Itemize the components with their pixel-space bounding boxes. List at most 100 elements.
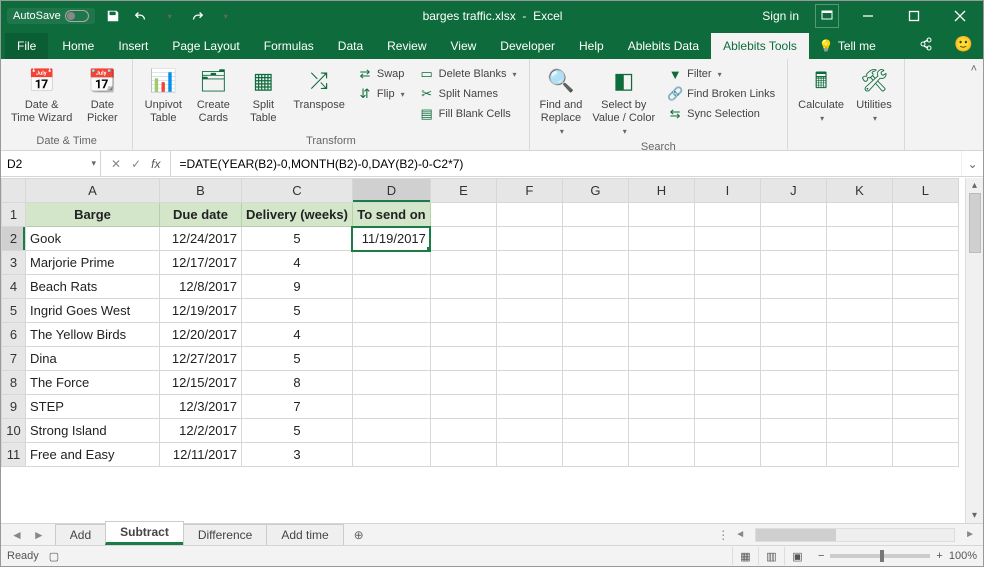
cell[interactable] xyxy=(826,371,892,395)
cell[interactable] xyxy=(694,251,760,275)
cell[interactable]: 12/8/2017 xyxy=(160,275,242,299)
date-time-wizard-button[interactable]: 📅 Date & Time Wizard xyxy=(9,63,74,127)
cell[interactable]: 12/27/2017 xyxy=(160,347,242,371)
row-header[interactable]: 4 xyxy=(2,275,26,299)
cell[interactable] xyxy=(760,395,826,419)
cell[interactable] xyxy=(628,419,694,443)
column-header[interactable]: K xyxy=(826,179,892,203)
zoom-slider[interactable] xyxy=(830,554,930,558)
tab-formulas[interactable]: Formulas xyxy=(252,33,326,59)
column-header[interactable]: B xyxy=(160,179,242,203)
sheet-tab-difference[interactable]: Difference xyxy=(183,524,267,545)
maximize-button[interactable] xyxy=(891,1,937,31)
cell[interactable] xyxy=(628,203,694,227)
cell[interactable]: 12/3/2017 xyxy=(160,395,242,419)
cell[interactable] xyxy=(562,347,628,371)
cell[interactable] xyxy=(694,371,760,395)
cell[interactable]: 11/19/2017 xyxy=(352,227,430,251)
cell[interactable]: 5 xyxy=(242,347,353,371)
cell[interactable] xyxy=(628,251,694,275)
cell[interactable] xyxy=(694,419,760,443)
cell[interactable] xyxy=(496,203,562,227)
cell[interactable] xyxy=(496,299,562,323)
cell[interactable] xyxy=(694,395,760,419)
zoom-in-icon[interactable]: + xyxy=(936,550,942,562)
cell[interactable] xyxy=(826,251,892,275)
header-cell[interactable]: Delivery (weeks) xyxy=(242,203,353,227)
view-normal-icon[interactable]: ▦ xyxy=(732,547,758,565)
cell[interactable] xyxy=(694,323,760,347)
cell[interactable] xyxy=(892,299,958,323)
column-header[interactable]: I xyxy=(694,179,760,203)
cell[interactable] xyxy=(562,371,628,395)
swap-button[interactable]: ⇄Swap xyxy=(353,65,409,83)
column-header[interactable]: A xyxy=(26,179,160,203)
cell[interactable]: Gook xyxy=(26,227,160,251)
cell[interactable] xyxy=(430,275,496,299)
tab-review[interactable]: Review xyxy=(375,33,438,59)
cell[interactable]: 12/19/2017 xyxy=(160,299,242,323)
row-header[interactable]: 7 xyxy=(2,347,26,371)
split-table-button[interactable]: ▦ Split Table xyxy=(241,63,285,127)
cell[interactable] xyxy=(694,275,760,299)
cell[interactable]: 12/15/2017 xyxy=(160,371,242,395)
cell[interactable] xyxy=(892,227,958,251)
save-icon[interactable] xyxy=(105,8,121,24)
cell[interactable] xyxy=(892,395,958,419)
qat-customize-dropdown[interactable] xyxy=(217,8,233,24)
ribbon-display-options-icon[interactable] xyxy=(815,4,839,28)
create-cards-button[interactable]: 🗂 Create Cards xyxy=(191,63,235,127)
cell[interactable] xyxy=(562,299,628,323)
cell[interactable] xyxy=(760,299,826,323)
cell[interactable] xyxy=(628,275,694,299)
undo-dropdown[interactable] xyxy=(161,8,177,24)
row-header[interactable]: 1 xyxy=(2,203,26,227)
worksheet-grid[interactable]: ABCDEFGHIJKL 1 Barge Due date Delivery (… xyxy=(1,178,965,523)
zoom-out-icon[interactable]: − xyxy=(818,550,824,562)
cell[interactable] xyxy=(694,299,760,323)
select-all-corner[interactable] xyxy=(2,179,26,203)
cell[interactable] xyxy=(352,443,430,467)
cell[interactable]: The Yellow Birds xyxy=(26,323,160,347)
cell[interactable]: STEP xyxy=(26,395,160,419)
cell[interactable] xyxy=(562,227,628,251)
cell[interactable] xyxy=(892,347,958,371)
row-header[interactable]: 3 xyxy=(2,251,26,275)
cell[interactable]: Beach Rats xyxy=(26,275,160,299)
cell[interactable] xyxy=(892,419,958,443)
cell[interactable] xyxy=(892,371,958,395)
cell[interactable] xyxy=(430,419,496,443)
cell[interactable] xyxy=(826,419,892,443)
date-picker-button[interactable]: 📆 Date Picker xyxy=(80,63,124,127)
scroll-up-icon[interactable]: ▴ xyxy=(972,180,977,191)
expand-formula-bar-icon[interactable]: ⌄ xyxy=(961,151,983,176)
cell[interactable] xyxy=(430,203,496,227)
cell[interactable] xyxy=(628,395,694,419)
cell[interactable]: Marjorie Prime xyxy=(26,251,160,275)
zoom-level[interactable]: 100% xyxy=(949,550,977,562)
cell[interactable]: 4 xyxy=(242,251,353,275)
header-cell[interactable]: Due date xyxy=(160,203,242,227)
cell[interactable]: 12/20/2017 xyxy=(160,323,242,347)
split-names-button[interactable]: ✂Split Names xyxy=(415,85,521,103)
transpose-button[interactable]: ⤮ Transpose xyxy=(291,63,347,127)
cell[interactable] xyxy=(760,251,826,275)
cell[interactable] xyxy=(496,275,562,299)
cell[interactable] xyxy=(760,443,826,467)
cell[interactable] xyxy=(826,275,892,299)
scroll-right-icon[interactable]: ► xyxy=(961,529,979,540)
cell[interactable] xyxy=(628,347,694,371)
cell[interactable] xyxy=(352,395,430,419)
cell[interactable] xyxy=(496,443,562,467)
calculate-button[interactable]: 🖩 Calculate xyxy=(796,63,846,126)
close-button[interactable] xyxy=(937,1,983,31)
cell[interactable]: 7 xyxy=(242,395,353,419)
column-header[interactable]: C xyxy=(242,179,353,203)
cell[interactable] xyxy=(628,299,694,323)
cell[interactable] xyxy=(562,323,628,347)
sheet-nav-next-icon[interactable]: ► xyxy=(33,528,45,542)
collapse-ribbon-icon[interactable]: ˄ xyxy=(971,63,977,75)
cell[interactable] xyxy=(562,251,628,275)
header-cell[interactable]: Barge xyxy=(26,203,160,227)
scrollbar-thumb[interactable] xyxy=(969,193,981,253)
